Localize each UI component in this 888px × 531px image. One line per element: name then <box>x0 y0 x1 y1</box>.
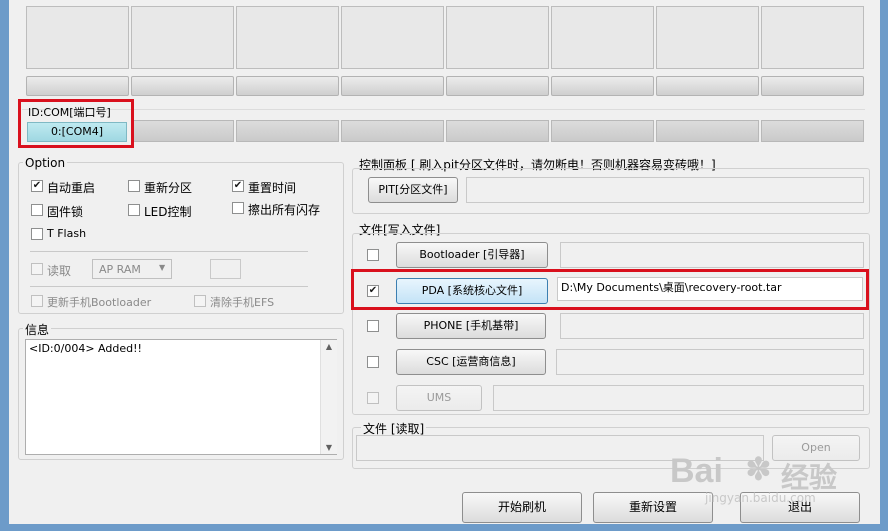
info-log[interactable]: <ID:0/004> Added!! <box>25 339 337 455</box>
info-log-scrollbar[interactable]: ▲ ▼ <box>320 340 337 454</box>
start-flash-button[interactable]: 开始刷机 <box>462 492 582 523</box>
repartition-checkbox[interactable] <box>128 180 140 192</box>
read-size-field[interactable] <box>210 259 241 279</box>
firmware-lock-checkbox[interactable] <box>31 204 43 216</box>
auto-reboot-label: 自动重启 <box>47 181 96 195</box>
clear-efs-checkbox[interactable] <box>194 295 206 307</box>
erase-all-flash-label: 擦出所有闪存 <box>248 203 321 217</box>
t-flash-checkbox[interactable] <box>31 228 43 240</box>
check-icon: ✔ <box>233 180 243 191</box>
pit-button[interactable]: PIT[分区文件] <box>368 177 458 203</box>
erase-all-flash-checkbox[interactable] <box>232 202 244 214</box>
info-group-title: 信息 <box>23 321 52 338</box>
bootloader-path-field[interactable] <box>560 242 864 268</box>
reset-time-label: 重置时间 <box>248 181 297 195</box>
reset-time-checkbox[interactable]: ✔ <box>232 180 244 192</box>
phone-button[interactable]: PHONE [手机基带] <box>396 313 546 339</box>
check-icon: ✔ <box>368 285 378 296</box>
port-status-box <box>26 6 129 69</box>
port-status-box <box>236 6 339 69</box>
port-progress-bar <box>341 76 444 96</box>
read-target-select[interactable]: AP RAM ▼ <box>92 259 172 279</box>
bootloader-checkbox[interactable] <box>367 249 379 261</box>
option-group-title: Option <box>23 156 68 170</box>
read-checkbox[interactable] <box>31 263 43 275</box>
window-frame-right <box>880 0 888 531</box>
reset-button[interactable]: 重新设置 <box>593 492 713 523</box>
pda-checkbox[interactable]: ✔ <box>367 285 379 297</box>
port-status-box <box>761 6 864 69</box>
com-port-slot[interactable] <box>236 120 339 142</box>
port-status-box <box>341 6 444 69</box>
ums-path-field[interactable] <box>493 385 864 411</box>
port-status-box <box>656 6 759 69</box>
pit-path-field[interactable] <box>466 177 864 203</box>
watermark-url: jingyan.baidu.com <box>705 491 816 505</box>
csc-path-field[interactable] <box>556 349 864 375</box>
window-frame-left <box>0 0 9 531</box>
option-separator <box>30 251 308 252</box>
com-port-slot[interactable] <box>551 120 654 142</box>
scroll-down-icon[interactable]: ▼ <box>321 443 337 452</box>
port-status-box <box>551 6 654 69</box>
port-progress-bar <box>656 76 759 96</box>
watermark-brand: Bai <box>670 452 723 490</box>
auto-reboot-checkbox[interactable]: ✔ <box>31 180 43 192</box>
port-progress-bar <box>131 76 234 96</box>
led-control-checkbox[interactable] <box>128 204 140 216</box>
paw-icon: ✽ <box>745 450 772 488</box>
com-port-slot-active[interactable]: 0:[COM4] <box>27 122 127 142</box>
bootloader-button[interactable]: Bootloader [引导器] <box>396 242 548 268</box>
port-progress-bar <box>761 76 864 96</box>
read-target-value: AP RAM <box>99 263 141 276</box>
firmware-lock-label: 固件锁 <box>47 205 84 219</box>
com-port-slot[interactable] <box>761 120 864 142</box>
csc-button[interactable]: CSC [运营商信息] <box>396 349 546 375</box>
phone-path-field[interactable] <box>560 313 864 339</box>
com-port-label: ID:COM[端口号] <box>28 106 111 119</box>
repartition-label: 重新分区 <box>144 181 193 195</box>
com-port-slot[interactable] <box>656 120 759 142</box>
chevron-down-icon: ▼ <box>159 263 166 272</box>
port-status-box <box>131 6 234 69</box>
pda-button[interactable]: PDA [系统核心文件] <box>396 278 548 304</box>
option-separator-2 <box>30 286 308 287</box>
check-icon: ✔ <box>32 180 42 191</box>
csc-checkbox[interactable] <box>367 356 379 368</box>
info-log-line: <ID:0/004> Added!! <box>29 342 142 355</box>
watermark-brand-2: 经验 <box>781 461 838 494</box>
port-progress-bar <box>26 76 129 96</box>
clear-efs-label: 清除手机EFS <box>210 296 275 309</box>
read-label: 读取 <box>47 264 72 278</box>
update-bootloader-checkbox[interactable] <box>31 295 43 307</box>
pda-path-field[interactable]: D:\My Documents\桌面\recovery-root.tar <box>557 277 863 301</box>
led-control-label: LED控制 <box>144 205 192 219</box>
com-port-slot[interactable] <box>446 120 549 142</box>
ums-button[interactable]: UMS <box>396 385 482 411</box>
port-status-box <box>446 6 549 69</box>
t-flash-label: T Flash <box>47 227 87 240</box>
port-area-divider <box>22 109 865 110</box>
ums-checkbox[interactable] <box>367 392 379 404</box>
com-port-slot[interactable] <box>341 120 444 142</box>
update-bootloader-label: 更新手机Bootloader <box>47 296 152 309</box>
phone-checkbox[interactable] <box>367 320 379 332</box>
scroll-up-icon[interactable]: ▲ <box>321 342 337 351</box>
port-progress-bar <box>551 76 654 96</box>
com-port-slot[interactable] <box>131 120 234 142</box>
window-frame-bottom <box>0 524 888 531</box>
port-progress-bar <box>236 76 339 96</box>
port-progress-bar <box>446 76 549 96</box>
